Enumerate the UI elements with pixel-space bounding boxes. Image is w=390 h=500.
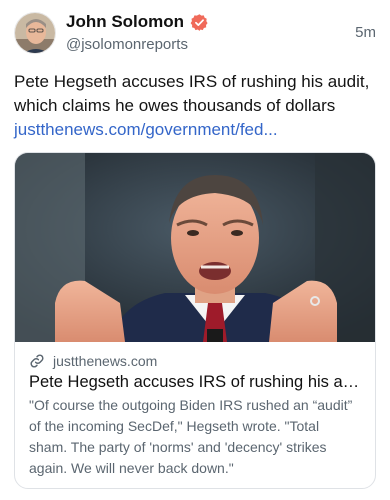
post-text: Pete Hegseth accuses IRS of rushing his … (14, 70, 376, 142)
author-handle[interactable]: @jsolomonreports (66, 36, 209, 53)
domain-row: justthenews.com (29, 353, 361, 369)
post-link[interactable]: justthenews.com/government/fed... (14, 120, 278, 139)
card-title[interactable]: Pete Hegseth accuses IRS of rushing his … (29, 371, 361, 393)
news-photo[interactable] (15, 153, 375, 342)
post[interactable]: John Solomon @jsolomonreports 5m Pete He… (0, 0, 390, 500)
card-domain: justthenews.com (53, 353, 158, 369)
link-preview-card[interactable]: justthenews.com Pete Hegseth accuses IRS… (14, 152, 376, 489)
card-meta: justthenews.com Pete Hegseth accuses IRS… (29, 353, 361, 479)
post-body: Pete Hegseth accuses IRS of rushing his … (14, 72, 370, 115)
name-row: John Solomon (66, 12, 209, 32)
author-name[interactable]: John Solomon (66, 12, 184, 32)
author-info: John Solomon @jsolomonreports (66, 12, 209, 53)
verified-badge-icon (190, 13, 209, 32)
card-description: "Of course the outgoing Biden IRS rushed… (29, 397, 353, 476)
link-icon (29, 353, 45, 369)
avatar[interactable] (14, 12, 56, 54)
post-header: John Solomon @jsolomonreports 5m (14, 12, 376, 56)
post-time[interactable]: 5m (355, 24, 376, 41)
